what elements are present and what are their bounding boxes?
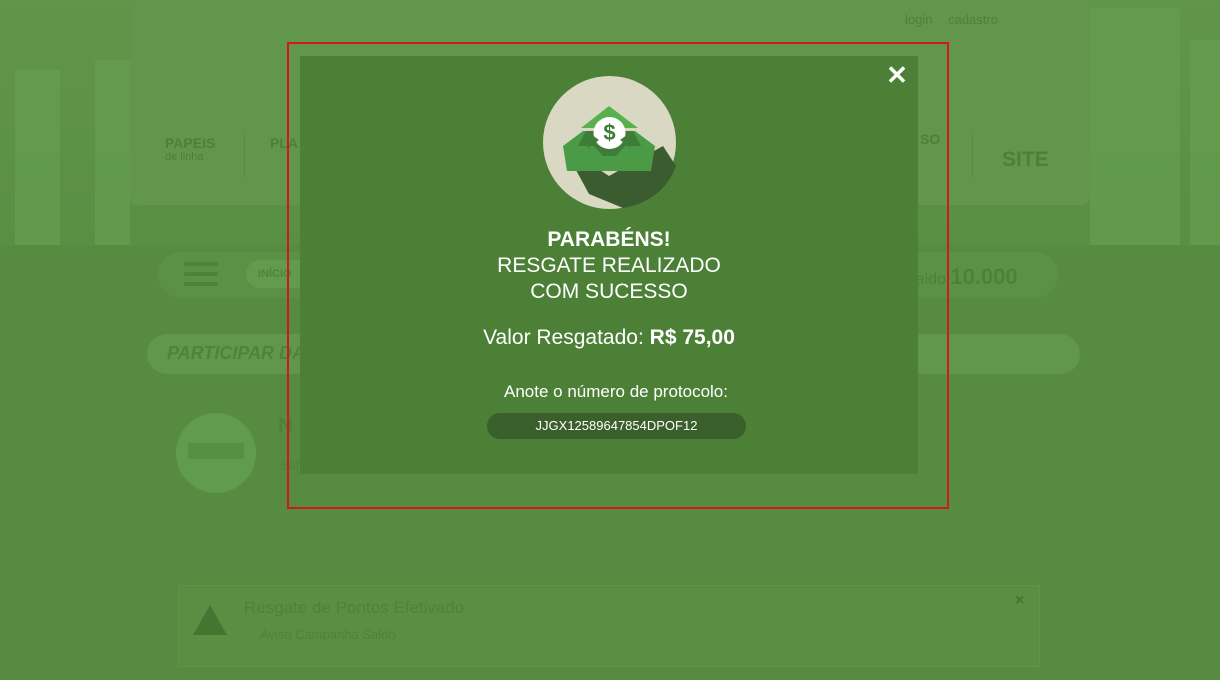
protocol-number[interactable]: JJGX12589647854DPOF12 [487,413,746,439]
title-line: RESGATE REALIZADO [497,254,721,277]
svg-text:$: $ [603,120,615,145]
close-icon[interactable]: ✕ [885,62,909,88]
value-label: Valor Resgatado: [483,326,644,349]
redeemed-value: Valor Resgatado: R$ 75,00 [300,326,918,350]
money-drawer-icon: $ [543,76,676,209]
title-line: COM SUCESSO [530,280,688,303]
modal-title: PARABÉNS! RESGATE REALIZADO COM SUCESSO [300,227,918,305]
value-amount: R$ 75,00 [649,326,735,349]
protocol-label: Anote o número de protocolo: [504,382,728,401]
title-line: PARABÉNS! [547,228,671,251]
